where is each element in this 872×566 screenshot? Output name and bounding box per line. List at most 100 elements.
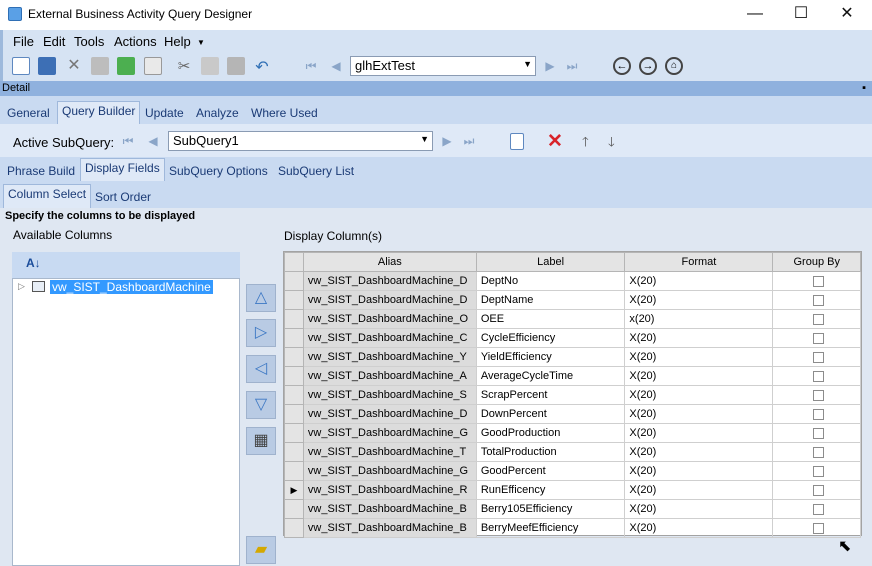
table-row[interactable]: vw_SIST_DashboardMachine_Y YieldEfficienc… xyxy=(284,347,861,367)
tab-query-builder[interactable]: Query Builder xyxy=(57,101,141,124)
label-cell[interactable]: TotalProduction xyxy=(475,442,626,462)
table-row[interactable]: vw_SIST_DashboardMachine_G GoodPercent X(2… xyxy=(284,461,861,481)
delete-icon[interactable]: ✕ xyxy=(65,57,83,75)
prev-subquery-icon[interactable]: ◀ xyxy=(144,132,162,150)
close-button[interactable]: ✕ xyxy=(824,0,870,30)
row-header[interactable] xyxy=(284,423,304,443)
paste-icon[interactable] xyxy=(227,57,245,75)
cut-icon[interactable]: ✂ xyxy=(175,57,193,75)
tab-subquery-list[interactable]: SubQuery List xyxy=(278,164,354,178)
alias-cell[interactable]: vw_SIST_DashboardMachine_B xyxy=(302,499,477,519)
minimize-button[interactable]: — xyxy=(732,0,778,30)
menu-file[interactable]: File xyxy=(13,34,34,49)
column-header-label[interactable]: Label xyxy=(475,252,626,272)
alias-cell[interactable]: vw_SIST_DashboardMachine_D xyxy=(302,271,477,291)
label-cell[interactable]: GoodPercent xyxy=(475,461,626,481)
menu-edit[interactable]: Edit xyxy=(43,34,65,49)
table-row[interactable]: vw_SIST_DashboardMachine_B Berry105Effici… xyxy=(284,499,861,519)
sort-az-icon[interactable]: A↓ xyxy=(26,256,41,270)
tab-display-fields[interactable]: Display Fields xyxy=(80,158,165,181)
alias-cell[interactable]: vw_SIST_DashboardMachine_A xyxy=(302,366,477,386)
last-subquery-icon[interactable]: ⏭ xyxy=(460,132,478,150)
move-down-button[interactable]: ▽ xyxy=(246,391,276,419)
row-header[interactable] xyxy=(284,442,304,462)
menu-actions[interactable]: Actions xyxy=(114,34,157,49)
forward-icon[interactable]: → xyxy=(639,57,657,75)
row-header[interactable] xyxy=(284,347,304,367)
label-cell[interactable]: DeptName xyxy=(475,290,626,310)
alias-cell[interactable]: vw_SIST_DashboardMachine_D xyxy=(302,404,477,424)
label-cell[interactable]: Berry105Efficiency xyxy=(475,499,626,519)
prev-record-icon[interactable]: ◀ xyxy=(327,57,345,75)
label-cell[interactable]: OEE xyxy=(475,309,626,329)
alias-cell[interactable]: vw_SIST_DashboardMachine_Y xyxy=(302,347,477,367)
current-row-indicator-icon[interactable]: ▶ xyxy=(284,480,304,500)
group-by-checkbox[interactable] xyxy=(813,427,825,439)
label-cell[interactable]: RunEfficency xyxy=(475,480,626,500)
row-header[interactable] xyxy=(284,309,304,329)
format-cell[interactable]: X(20) xyxy=(624,499,774,519)
tree-item-table[interactable]: vw_SIST_DashboardMachine xyxy=(50,280,213,294)
table-row[interactable]: vw_SIST_DashboardMachine_B BerryMeefEffic… xyxy=(284,518,861,538)
alias-cell[interactable]: vw_SIST_DashboardMachine_R xyxy=(302,480,477,500)
label-cell[interactable]: ScrapPercent xyxy=(475,385,626,405)
group-by-checkbox[interactable] xyxy=(813,446,825,458)
query-select[interactable]: glhExtTest ▼ xyxy=(350,56,536,76)
alias-cell[interactable]: vw_SIST_DashboardMachine_T xyxy=(302,442,477,462)
alias-cell[interactable]: vw_SIST_DashboardMachine_S xyxy=(302,385,477,405)
group-by-checkbox[interactable] xyxy=(813,351,825,363)
subquery-select[interactable]: SubQuery1 ▼ xyxy=(168,131,433,151)
back-icon[interactable]: ← xyxy=(613,57,631,75)
format-cell[interactable]: X(20) xyxy=(624,461,774,481)
group-by-checkbox[interactable] xyxy=(813,370,825,382)
group-by-checkbox[interactable] xyxy=(813,503,825,515)
tab-sort-order[interactable]: Sort Order xyxy=(95,190,151,204)
tab-update[interactable]: Update xyxy=(145,106,184,120)
alias-cell[interactable]: vw_SIST_DashboardMachine_G xyxy=(302,461,477,481)
label-cell[interactable]: AverageCycleTime xyxy=(475,366,626,386)
tab-phrase-build[interactable]: Phrase Build xyxy=(7,164,75,178)
next-record-icon[interactable]: ▶ xyxy=(541,57,559,75)
available-columns-tree[interactable]: ▷ vw_SIST_DashboardMachine xyxy=(12,278,240,566)
menu-overflow-icon[interactable]: ▼ xyxy=(197,38,205,47)
table-row[interactable]: vw_SIST_DashboardMachine_O OEE x(20) xyxy=(284,309,861,329)
menu-help[interactable]: Help xyxy=(164,34,191,49)
format-cell[interactable]: X(20) xyxy=(624,480,774,500)
table-row[interactable]: ▶ vw_SIST_DashboardMachine_R RunEfficency X… xyxy=(284,480,861,500)
new-icon[interactable] xyxy=(12,57,30,75)
format-cell[interactable]: X(20) xyxy=(624,404,774,424)
group-by-checkbox[interactable] xyxy=(813,522,825,534)
alias-cell[interactable]: vw_SIST_DashboardMachine_G xyxy=(302,423,477,443)
copy-clip-icon[interactable] xyxy=(201,57,219,75)
label-cell[interactable]: GoodProduction xyxy=(475,423,626,443)
home-icon[interactable]: ⌂ xyxy=(665,57,683,75)
alias-cell[interactable]: vw_SIST_DashboardMachine_B xyxy=(302,518,477,538)
column-header-alias[interactable]: Alias xyxy=(302,252,477,272)
pin-icon[interactable]: ▪ xyxy=(862,81,866,96)
display-columns-grid[interactable]: Alias Label Format Group By vw_SIST_Dash… xyxy=(283,251,862,538)
format-cell[interactable]: X(20) xyxy=(624,423,774,443)
alias-cell[interactable]: vw_SIST_DashboardMachine_C xyxy=(302,328,477,348)
format-cell[interactable]: X(20) xyxy=(624,347,774,367)
label-cell[interactable]: YieldEfficiency xyxy=(475,347,626,367)
copy-icon[interactable] xyxy=(91,57,109,75)
group-by-checkbox[interactable] xyxy=(813,332,825,344)
format-cell[interactable]: x(20) xyxy=(624,309,774,329)
table-row[interactable]: vw_SIST_DashboardMachine_S ScrapPercent X(… xyxy=(284,385,861,405)
tab-column-select[interactable]: Column Select xyxy=(3,184,92,208)
format-cell[interactable]: X(20) xyxy=(624,366,774,386)
table-row[interactable]: vw_SIST_DashboardMachine_D DeptName X(20) xyxy=(284,290,861,310)
table-row[interactable]: vw_SIST_DashboardMachine_T TotalProductio… xyxy=(284,442,861,462)
column-header-format[interactable]: Format xyxy=(624,252,774,272)
tab-general[interactable]: General xyxy=(7,106,50,120)
row-header[interactable] xyxy=(284,518,304,538)
move-down-icon[interactable]: 🡓 xyxy=(608,133,615,155)
row-header[interactable] xyxy=(284,461,304,481)
expand-icon[interactable]: ▷ xyxy=(18,281,25,292)
label-cell[interactable]: DeptNo xyxy=(475,271,626,291)
last-record-icon[interactable]: ⏭ xyxy=(563,57,581,75)
first-subquery-icon[interactable]: ⏮ xyxy=(119,132,137,150)
group-by-checkbox[interactable] xyxy=(813,408,825,420)
table-row[interactable]: vw_SIST_DashboardMachine_A AverageCycleTi… xyxy=(284,366,861,386)
first-record-icon[interactable]: ⏮ xyxy=(302,57,320,75)
